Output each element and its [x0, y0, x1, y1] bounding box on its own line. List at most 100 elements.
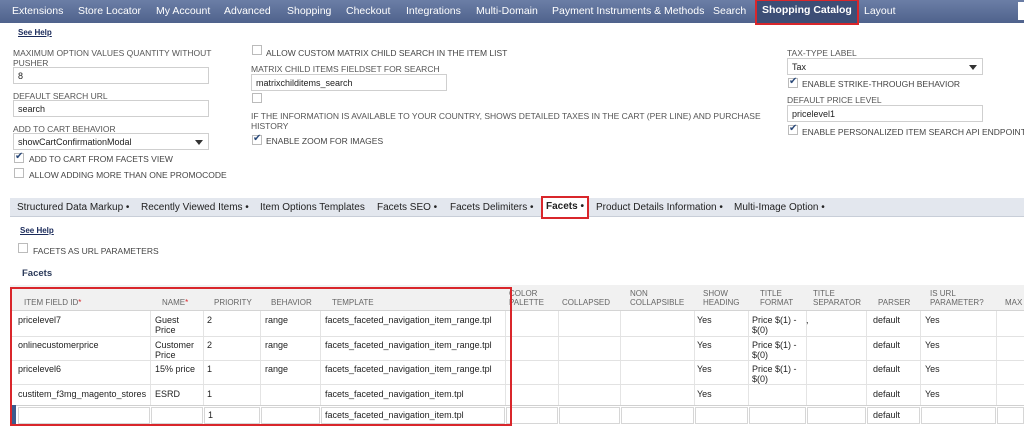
cell-priority[interactable]: 2	[207, 340, 212, 350]
cell-show-heading[interactable]: Yes	[697, 389, 712, 399]
cell-parser[interactable]: default	[873, 389, 900, 399]
cell-behavior[interactable]: range	[265, 364, 288, 374]
new-item-field-id-input[interactable]	[18, 407, 150, 424]
new-color-palette-input[interactable]	[506, 407, 558, 424]
nav-shopping[interactable]: Shopping	[287, 5, 331, 17]
tab-facets-seo[interactable]: Facets SEO •	[377, 202, 437, 213]
cell-parser[interactable]: default	[873, 315, 900, 325]
cell-name[interactable]: Guest Price	[155, 315, 199, 335]
detailed-taxes-checkbox[interactable]	[252, 93, 262, 103]
new-show-heading-input[interactable]	[695, 407, 748, 424]
allow-custom-matrix-label: ALLOW CUSTOM MATRIX CHILD SEARCH IN THE …	[266, 48, 508, 58]
header-behavior[interactable]: BEHAVIOR	[271, 298, 312, 307]
enable-zoom-checkbox[interactable]	[252, 133, 262, 145]
cell-behavior[interactable]: range	[265, 315, 288, 325]
header-template[interactable]: TEMPLATE	[332, 298, 374, 307]
header-color-palette[interactable]: COLOR PALETTE	[509, 289, 553, 307]
tab-facets[interactable]: Facets •	[541, 196, 589, 219]
cell-show-heading[interactable]: Yes	[697, 315, 712, 325]
nav-extensions[interactable]: Extensions	[12, 5, 63, 17]
facets-as-url-checkbox[interactable]	[18, 243, 28, 253]
nav-shopping-catalog[interactable]: Shopping Catalog	[755, 0, 859, 25]
header-name[interactable]: NAME*	[162, 298, 188, 307]
header-parser[interactable]: PARSER	[878, 298, 910, 307]
cell-behavior[interactable]: range	[265, 340, 288, 350]
cell-is-url-parameter[interactable]: Yes	[925, 389, 940, 399]
max-option-input[interactable]: 8	[13, 67, 209, 84]
tab-item-options-templates[interactable]: Item Options Templates	[260, 202, 365, 213]
cell-show-heading[interactable]: Yes	[697, 364, 712, 374]
new-non-collapsible-input[interactable]	[621, 407, 694, 424]
cell-title-separator[interactable]: ,	[806, 315, 809, 325]
cell-is-url-parameter[interactable]: Yes	[925, 340, 940, 350]
add-to-cart-from-facets-checkbox[interactable]	[14, 151, 24, 163]
header-priority[interactable]: PRIORITY	[214, 298, 252, 307]
tab-product-details-information[interactable]: Product Details Information •	[596, 202, 723, 213]
cell-title-format[interactable]: Price $(1) - $(0)	[752, 315, 806, 335]
cell-priority[interactable]: 1	[207, 389, 212, 399]
cell-title-format[interactable]: Price $(1) - $(0)	[752, 340, 806, 360]
default-search-url-input[interactable]: search	[13, 100, 209, 117]
new-max-input[interactable]	[997, 407, 1024, 424]
tab-multi-image-option[interactable]: Multi-Image Option •	[734, 202, 825, 213]
add-to-cart-behavior-select[interactable]: showCartConfirmationModal	[13, 133, 209, 150]
facets-see-help-link[interactable]: See Help	[20, 226, 54, 235]
nav-my-account[interactable]: My Account	[156, 5, 210, 17]
header-show-heading[interactable]: SHOW HEADING	[703, 289, 747, 307]
personalized-search-checkbox[interactable]	[788, 123, 798, 135]
nav-advanced[interactable]: Advanced	[224, 5, 271, 17]
cell-name[interactable]: 15% price	[155, 364, 195, 374]
nav-integrations[interactable]: Integrations	[406, 5, 461, 17]
header-max[interactable]: MAX	[1005, 298, 1022, 307]
allow-custom-matrix-checkbox[interactable]	[252, 45, 262, 55]
cell-template[interactable]: facets_faceted_navigation_item_range.tpl	[325, 340, 492, 350]
cell-show-heading[interactable]: Yes	[697, 340, 712, 350]
cell-template[interactable]: facets_faceted_navigation_item.tpl	[325, 389, 464, 399]
cell-is-url-parameter[interactable]: Yes	[925, 315, 940, 325]
matrix-fieldset-input[interactable]: matrixchilditems_search	[251, 74, 447, 91]
cell-is-url-parameter[interactable]: Yes	[925, 364, 940, 374]
cell-name[interactable]: Customer Price	[155, 340, 201, 360]
cell-item-field-id[interactable]: pricelevel7	[18, 315, 61, 325]
new-name-input[interactable]	[151, 407, 203, 424]
default-price-level-input[interactable]: pricelevel1	[787, 105, 983, 122]
new-is-url-parameter-input[interactable]	[921, 407, 996, 424]
new-title-format-input[interactable]	[749, 407, 806, 424]
nav-layout[interactable]: Layout	[864, 5, 896, 17]
header-title-separator[interactable]: TITLE SEPARATOR	[813, 289, 863, 307]
tax-type-select[interactable]: Tax	[787, 58, 983, 75]
cell-item-field-id[interactable]: onlinecustomerprice	[18, 340, 99, 350]
new-behavior-input[interactable]	[261, 407, 320, 424]
cell-item-field-id[interactable]: custitem_f3mg_magento_stores	[18, 389, 146, 399]
header-title-format[interactable]: TITLE FORMAT	[760, 289, 804, 307]
cell-priority[interactable]: 2	[207, 315, 212, 325]
allow-more-promocode-checkbox[interactable]	[14, 168, 24, 178]
cell-template[interactable]: facets_faceted_navigation_item_range.tpl	[325, 364, 492, 374]
cell-title-format[interactable]: Price $(1) - $(0)	[752, 364, 806, 384]
see-help-link[interactable]: See Help	[18, 28, 52, 37]
new-title-separator-input[interactable]	[807, 407, 866, 424]
cell-item-field-id[interactable]: pricelevel6	[18, 364, 61, 374]
cell-priority[interactable]: 1	[207, 364, 212, 374]
nav-multi-domain[interactable]: Multi-Domain	[476, 5, 538, 17]
header-non-collapsible[interactable]: NON COLLAPSIBLE	[630, 289, 690, 307]
nav-store-locator[interactable]: Store Locator	[78, 5, 141, 17]
header-is-url-parameter[interactable]: IS URL PARAMETER?	[930, 289, 990, 307]
nav-payment-instruments[interactable]: Payment Instruments & Methods	[552, 5, 704, 17]
cell-parser[interactable]: default	[873, 340, 900, 350]
header-collapsed[interactable]: COLLAPSED	[562, 298, 610, 307]
cell-template[interactable]: facets_faceted_navigation_item_range.tpl	[325, 315, 492, 325]
nav-search[interactable]: Search	[713, 5, 746, 17]
new-parser-value: default	[873, 410, 901, 420]
strike-through-checkbox[interactable]	[788, 76, 798, 88]
nav-checkout[interactable]: Checkout	[346, 5, 390, 17]
strike-through-label: ENABLE STRIKE-THROUGH BEHAVIOR	[802, 79, 961, 89]
cell-parser[interactable]: default	[873, 364, 900, 374]
new-collapsed-input[interactable]	[559, 407, 620, 424]
tab-structured-data-markup[interactable]: Structured Data Markup •	[17, 202, 129, 213]
tab-recently-viewed-items[interactable]: Recently Viewed Items •	[141, 202, 249, 213]
tab-facets-delimiters[interactable]: Facets Delimiters •	[450, 202, 534, 213]
new-row-marker	[12, 405, 16, 425]
header-item-field-id[interactable]: ITEM FIELD ID*	[24, 298, 81, 307]
cell-name[interactable]: ESRD	[155, 389, 180, 399]
